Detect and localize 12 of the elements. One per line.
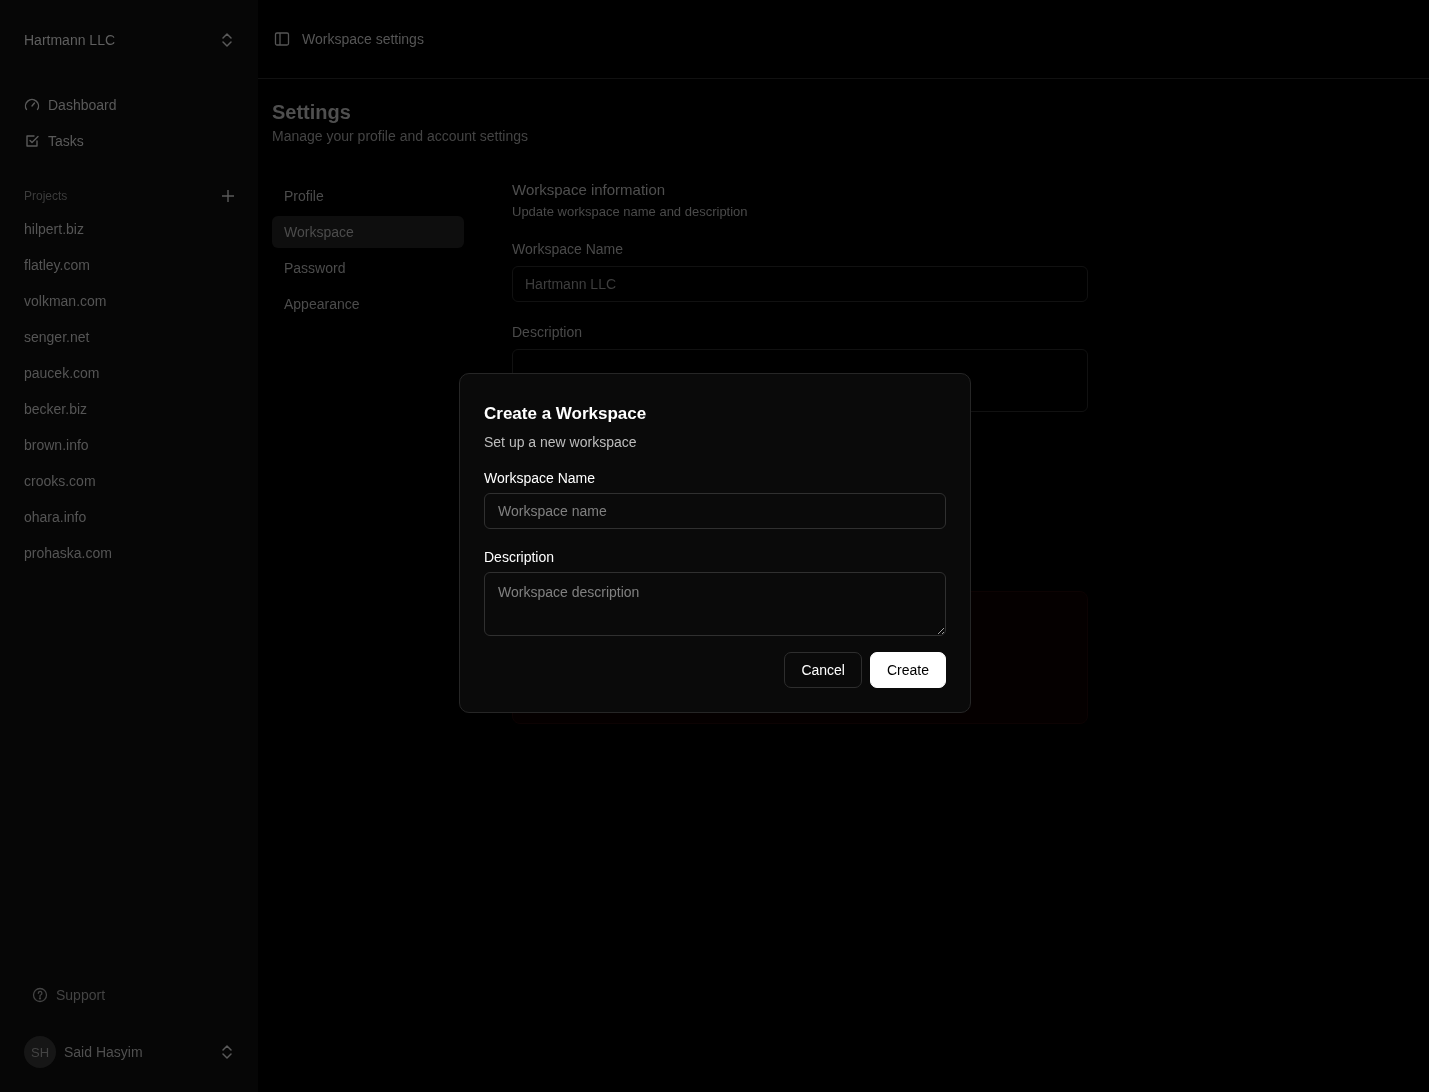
section-title: Workspace information	[512, 180, 667, 200]
dialog-subtitle: Set up a new workspace	[484, 434, 638, 450]
page-title: Workspace settings	[302, 31, 424, 47]
user-name: Said Hasyim	[64, 1044, 144, 1060]
settings-title: Settings	[272, 100, 352, 124]
dialog-title: Create a Workspace	[484, 403, 648, 425]
field-label: Workspace Name	[484, 470, 596, 486]
section-subtitle: Update workspace name and description	[512, 204, 749, 219]
field-label: Workspace Name	[512, 241, 624, 257]
field-label: Description	[484, 549, 556, 565]
field-label: Description	[512, 324, 584, 340]
settings-subtitle: Manage your profile and account settings	[272, 128, 530, 144]
